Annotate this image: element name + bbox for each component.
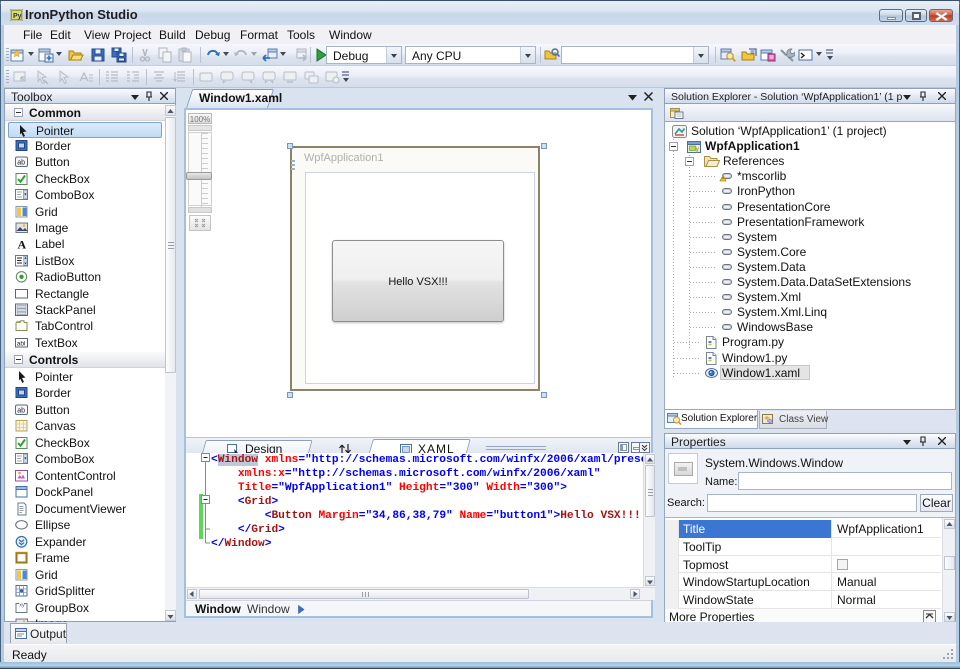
svg-text:A: A [18,238,27,252]
svg-text:ab: ab [17,407,25,414]
svg-text:ab: ab [17,160,25,167]
svg-text:abl: abl [17,340,26,347]
svg-text:xy: xy [19,602,25,608]
svg-text:Py: Py [13,13,22,20]
